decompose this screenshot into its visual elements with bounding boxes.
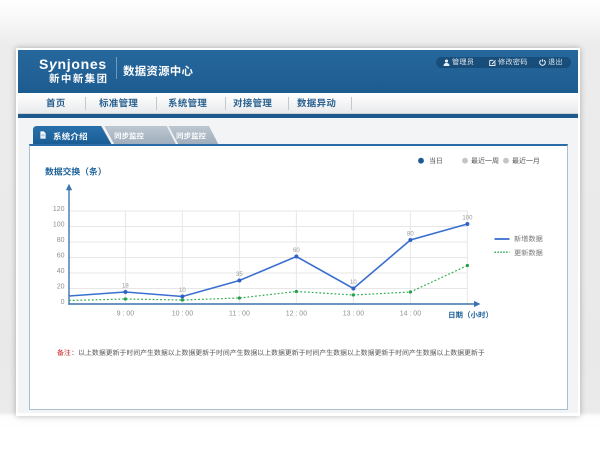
svg-text:18: 18 [122,284,129,290]
svg-text:12 : 00: 12 : 00 [286,311,308,318]
svg-text:0: 0 [61,299,65,306]
svg-text:40: 40 [57,268,65,275]
svg-text:14 : 00: 14 : 00 [400,311,422,318]
svg-text:11 : 00: 11 : 00 [229,311,250,318]
svg-text:120: 120 [53,206,65,213]
svg-text:10 : 00: 10 : 00 [172,311,194,318]
svg-text:35: 35 [236,272,243,278]
svg-text:100: 100 [462,216,473,222]
svg-text:10: 10 [350,280,357,286]
svg-text:100: 100 [53,222,65,229]
svg-text:13 : 00: 13 : 00 [343,311,365,318]
svg-text:9 : 00: 9 : 00 [117,311,135,318]
svg-text:60: 60 [57,253,65,260]
svg-text:80: 80 [407,232,414,238]
svg-text:10: 10 [179,288,186,294]
svg-text:80: 80 [57,237,65,244]
svg-text:60: 60 [293,248,300,254]
svg-text:20: 20 [57,284,65,291]
